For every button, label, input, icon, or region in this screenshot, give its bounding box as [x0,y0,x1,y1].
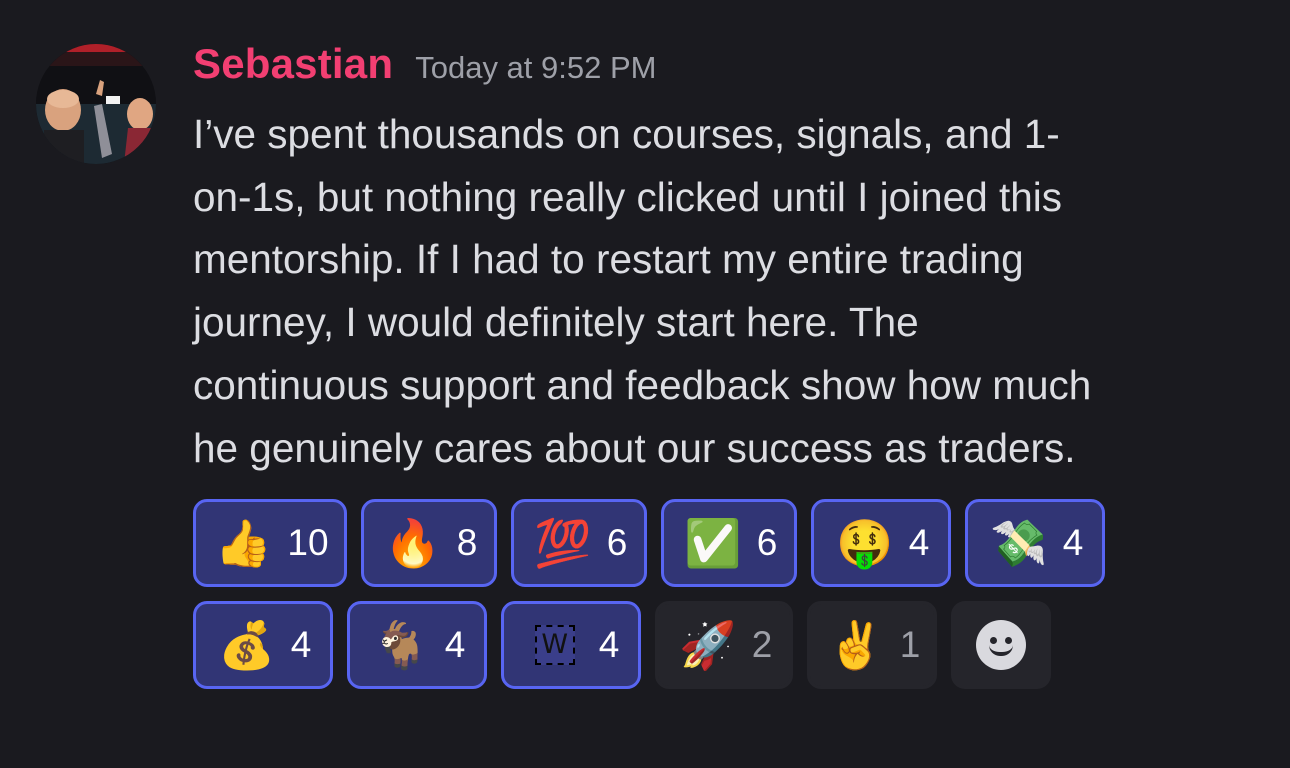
reaction-custom-w[interactable]: W4 [501,601,641,689]
chat-message: Sebastian Today at 9:52 PM I’ve spent tho… [0,0,1290,768]
message-line: he genuinely cares about our success as … [193,424,1076,471]
reaction-count: 4 [598,624,620,665]
reaction-check-mark[interactable]: ✅ 6 [661,499,797,587]
hundred-points-icon: 💯 [534,516,592,570]
fire-icon: 🔥 [384,516,442,570]
reaction-victory-hand[interactable]: ✌️ 1 [807,601,937,689]
reactions-bar: 👍 10 🔥 8 💯 6 ✅ 6 🤑 4 💸 4 💰 4 🐐 4 W 4 🚀 2… [193,499,1253,703]
money-bag-icon: 💰 [218,618,276,672]
reaction-fire[interactable]: 🔥 8 [361,499,497,587]
reaction-count: 4 [290,624,312,665]
add-reaction-button[interactable] [951,601,1051,689]
reaction-rocket[interactable]: 🚀 2 [655,601,793,689]
reaction-money-bag[interactable]: 💰 4 [193,601,333,689]
reaction-count: 6 [756,522,778,563]
reaction-count: 4 [1062,522,1084,563]
reaction-count: 4 [908,522,930,563]
reactions-row: 👍 10 🔥 8 💯 6 ✅ 6 🤑 4 💸 4 [193,499,1253,587]
message-line: on-1s, but nothing really clicked until … [193,173,1062,220]
thumbs-up-icon: 👍 [214,516,273,570]
avatar-photo [36,44,156,164]
reaction-hundred[interactable]: 💯 6 [511,499,647,587]
reactions-row: 💰 4 🐐 4 W4 🚀 2 ✌️ 1 [193,601,1253,689]
reaction-count: 2 [751,624,773,665]
money-mouth-face-icon: 🤑 [836,516,894,570]
reaction-thumbs-up[interactable]: 👍 10 [193,499,347,587]
custom-w-emoji-icon: W [534,625,575,665]
reaction-money-with-wings[interactable]: 💸 4 [965,499,1105,587]
timestamp[interactable]: Today at 9:52 PM [415,50,656,85]
message-header: Sebastian Today at 9:52 PM [193,40,656,88]
user-avatar[interactable] [36,44,156,164]
victory-hand-icon: ✌️ [827,618,885,672]
message-line: continuous support and feedback show how… [193,361,1092,408]
reaction-count: 4 [444,624,466,665]
message-line: mentorship. If I had to restart my entir… [193,236,1024,283]
money-with-wings-icon: 💸 [990,516,1048,570]
message-line: journey, I would definitely start here. … [193,299,919,346]
reaction-count: 6 [606,522,628,563]
reaction-goat[interactable]: 🐐 4 [347,601,487,689]
reaction-count: 8 [456,522,478,563]
reaction-count: 1 [899,624,921,665]
message-line: I’ve spent thousands on courses, signals… [193,111,1060,157]
smiley-face-icon [976,620,1026,670]
message-content: I’ve spent thousands on courses, signals… [193,103,1233,479]
username[interactable]: Sebastian [193,40,393,87]
check-mark-button-icon: ✅ [684,516,742,570]
goat-icon: 🐐 [372,618,430,672]
reaction-money-mouth[interactable]: 🤑 4 [811,499,951,587]
rocket-icon: 🚀 [679,618,737,672]
reaction-count: 10 [287,522,329,563]
